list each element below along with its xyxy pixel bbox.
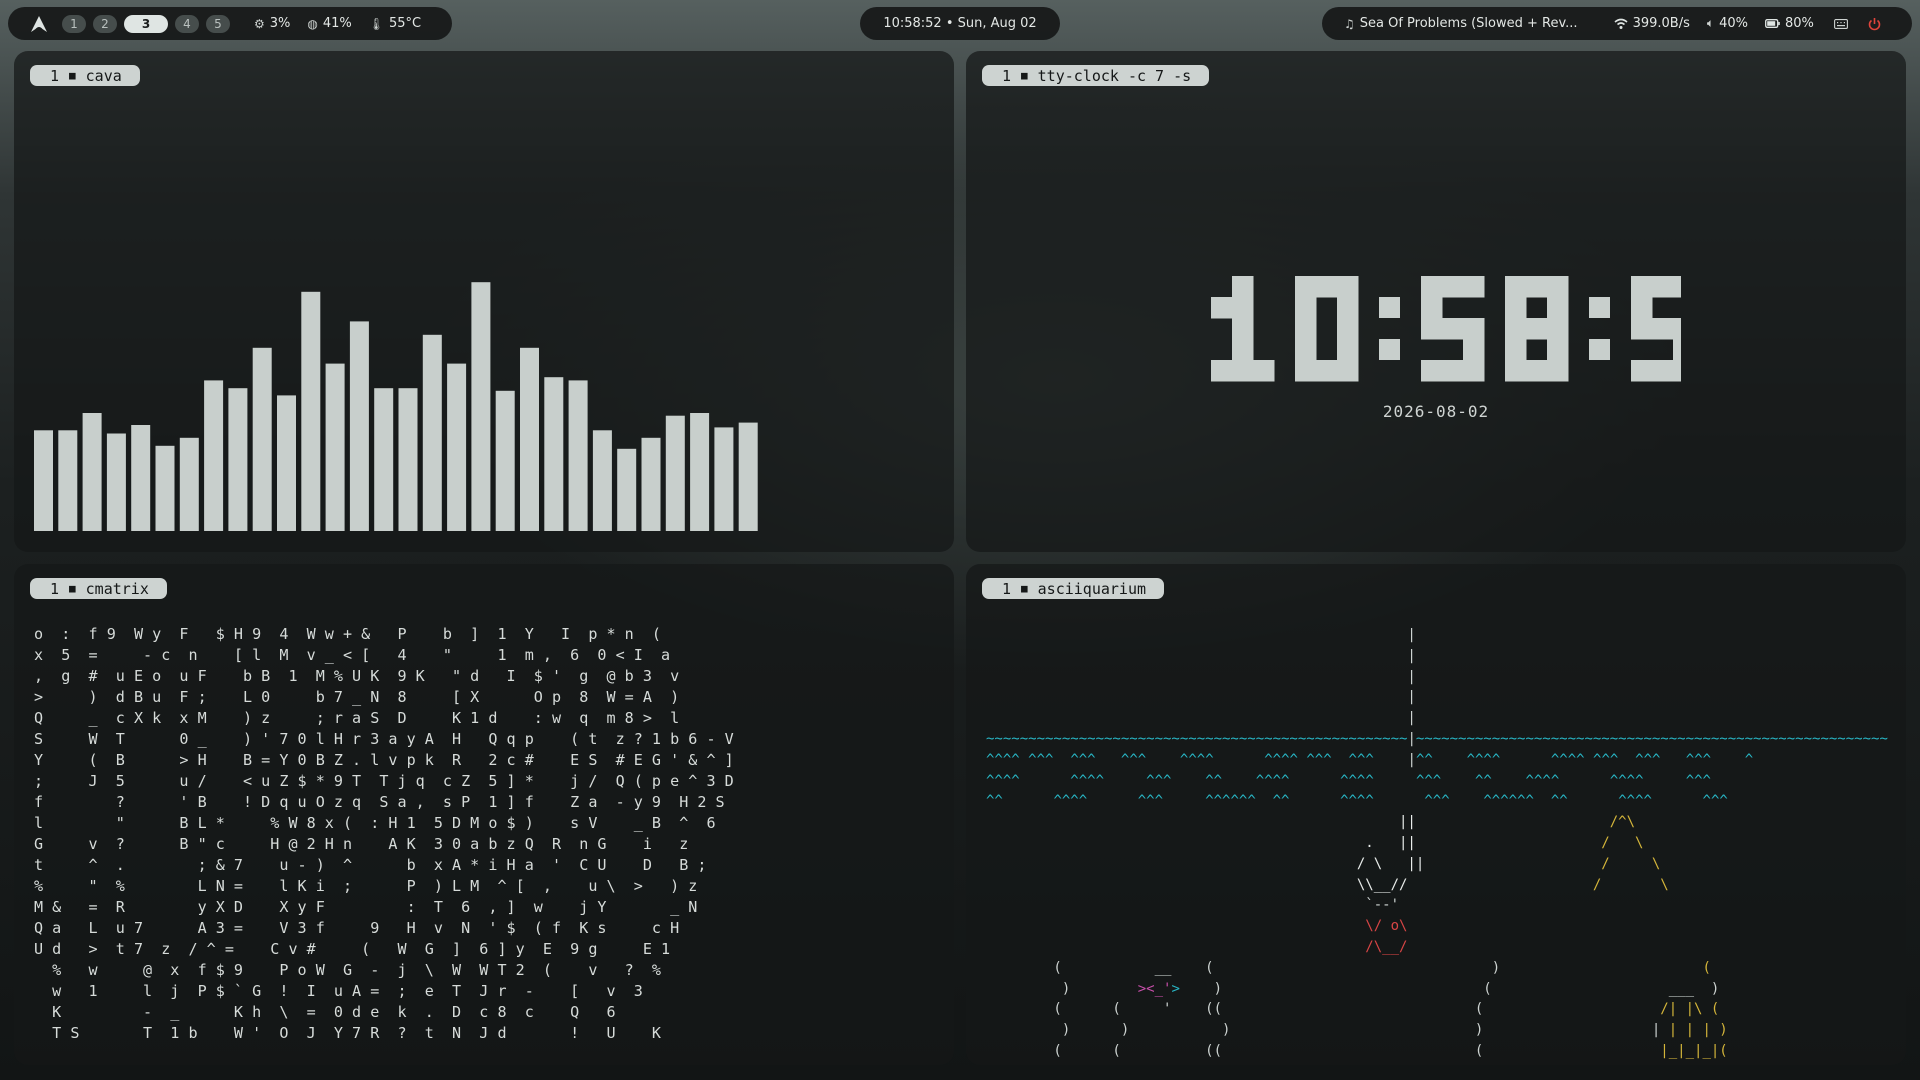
aquarium-scene: | | | | | ~~~~~~~~~~~~~~~~~~~~~~~~~~~~~~…: [986, 627, 1888, 1059]
cava-bar: [349, 321, 369, 531]
cava-bar: [252, 347, 272, 531]
cava-bar: [714, 427, 734, 531]
clock-colon: [1379, 297, 1400, 360]
cava-bar: [447, 363, 467, 531]
clock-date: 2026-08-02: [1382, 402, 1490, 421]
cava-bar: [228, 388, 248, 531]
topbar-clock[interactable]: 10:58:52 • Sun, Aug 02: [860, 7, 1060, 40]
clock-colon: [1589, 297, 1610, 360]
window-title-text: tty-clock -c 7 -s: [1037, 66, 1192, 85]
topbar-right: ♫ Sea Of Problems (Slowed + Rev... 399.0…: [1322, 7, 1912, 40]
battery-module[interactable]: 80%: [1765, 16, 1814, 31]
cpu-value: 3%: [269, 16, 291, 31]
asciiquarium-window-title: 1 ■ asciiquarium: [982, 578, 1165, 599]
volume-module[interactable]: 🔈︎ 40%: [1707, 16, 1748, 31]
media-module[interactable]: ♫ Sea Of Problems (Slowed + Rev...: [1344, 16, 1578, 31]
topbar-left: 12345 ⚙ 3% ◍ 41% 🌡︎ 55°C: [8, 7, 452, 40]
cava-bar: [592, 430, 612, 531]
cava-bar: [58, 430, 78, 531]
cava-window[interactable]: 1 ■ cava: [14, 51, 954, 552]
workspace-5[interactable]: 5: [206, 14, 230, 33]
cava-bar: [301, 291, 321, 531]
folder-icon: ■: [69, 582, 76, 595]
cava-visualizer: [34, 282, 758, 531]
tty-clock-window[interactable]: 1 ■ tty-clock -c 7 -s 2026-08-02: [966, 51, 1906, 552]
cava-bar: [106, 433, 126, 531]
cava-bar: [520, 347, 539, 531]
cava-bar: [179, 437, 199, 531]
clock-digit: [1631, 276, 1681, 382]
cava-bar: [374, 388, 394, 531]
workspace-3[interactable]: 3: [124, 14, 168, 33]
cava-bar: [495, 390, 515, 531]
keyboard-icon: [1833, 18, 1848, 29]
clock-digit: [1295, 276, 1359, 382]
clock-digit: [1505, 276, 1569, 382]
cava-bar: [422, 334, 442, 531]
music-note-icon: ♫: [1344, 16, 1355, 31]
power-icon: [1868, 17, 1881, 30]
cava-bar: [34, 430, 53, 531]
thermometer-icon: 🌡︎: [368, 16, 385, 31]
workspace-1[interactable]: 1: [62, 14, 86, 33]
window-title-text: asciiquarium: [1037, 579, 1147, 598]
cava-bar: [131, 425, 151, 531]
battery-value: 80%: [1784, 16, 1814, 31]
cava-bar: [544, 377, 564, 531]
cmatrix-window-title: 1 ■ cmatrix: [30, 578, 167, 599]
asciiquarium-window[interactable]: 1 ■ asciiquarium | | | | | ~~~~~~~~~~~~~…: [966, 564, 1906, 1065]
memory-icon: ◍: [307, 16, 318, 31]
cava-bar: [155, 445, 175, 531]
tty-clock-window-title: 1 ■ tty-clock -c 7 -s: [982, 65, 1210, 86]
cava-bar: [277, 395, 296, 531]
clock-digit: [1211, 276, 1275, 382]
battery-icon: [1765, 19, 1780, 28]
cpu-icon: ⚙: [254, 16, 265, 31]
cava-bar: [204, 380, 224, 531]
speaker-icon: 🔈︎: [1706, 16, 1715, 30]
clock-text: 10:58:52 • Sun, Aug 02: [883, 16, 1037, 31]
cava-bar: [617, 448, 637, 531]
cava-bar: [690, 413, 710, 531]
workspace-2[interactable]: 2: [93, 14, 117, 33]
window-workspace-number: 1: [1002, 66, 1012, 85]
window-workspace-number: 1: [50, 579, 60, 598]
temperature-module[interactable]: 🌡︎ 55°C: [369, 16, 421, 31]
cava-bar: [471, 282, 491, 531]
network-speed: 399.0B/s: [1632, 16, 1690, 31]
network-module[interactable]: 399.0B/s: [1614, 16, 1690, 31]
workspace-4[interactable]: 4: [175, 14, 199, 33]
cpu-module[interactable]: ⚙ 3%: [254, 16, 290, 31]
cava-bar: [568, 380, 588, 531]
media-title: Sea Of Problems (Slowed + Rev...: [1359, 16, 1578, 31]
clock-digit: [1421, 276, 1485, 382]
arch-logo-icon[interactable]: [30, 15, 48, 33]
wifi-icon: [1614, 18, 1628, 29]
temperature-value: 55°C: [389, 16, 422, 31]
window-workspace-number: 1: [1002, 579, 1012, 598]
folder-icon: ■: [1021, 582, 1028, 595]
cava-bar: [325, 363, 345, 531]
clock-time-display: [1211, 276, 1681, 382]
window-title-text: cmatrix: [85, 579, 149, 598]
cava-bar: [398, 388, 418, 531]
cmatrix-window[interactable]: 1 ■ cmatrix o : f 9 W y F $ H 9 4 W w + …: [14, 564, 954, 1065]
workspace-switcher: 12345: [62, 14, 237, 33]
power-button[interactable]: [1868, 17, 1881, 31]
cava-bar: [738, 422, 758, 531]
matrix-rain: o : f 9 W y F $ H 9 4 W w + & P b ] 1 Y …: [34, 625, 734, 1042]
keyboard-module[interactable]: [1833, 18, 1848, 29]
folder-icon: ■: [1021, 69, 1028, 82]
volume-value: 40%: [1719, 16, 1748, 31]
cava-bar: [641, 437, 661, 531]
memory-module[interactable]: ◍ 41%: [307, 16, 351, 31]
cava-bar: [82, 413, 102, 531]
cava-bar: [665, 415, 685, 531]
memory-value: 41%: [322, 16, 352, 31]
